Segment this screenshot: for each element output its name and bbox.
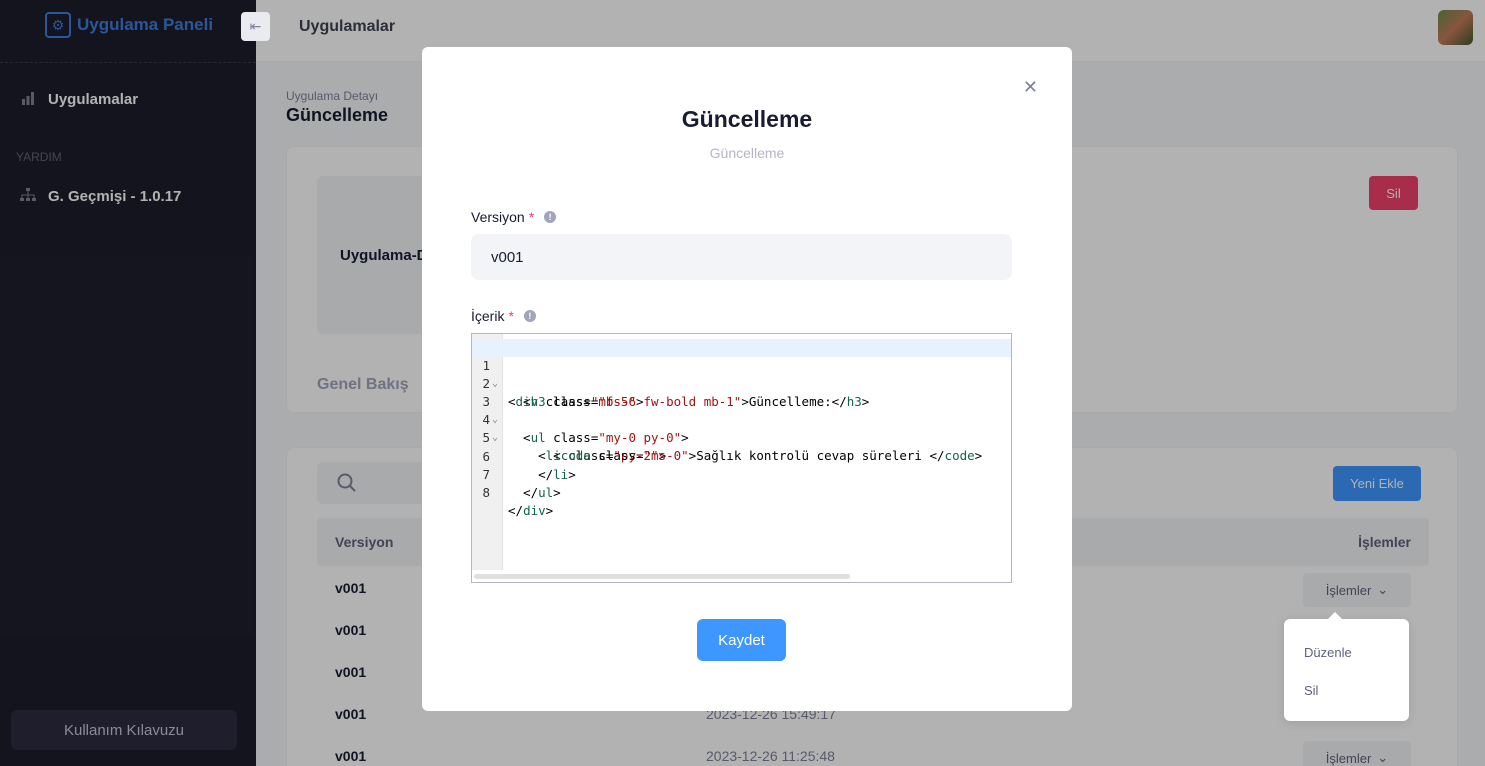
info-icon[interactable]: !	[523, 310, 536, 322]
code-line: 8 </div>	[472, 466, 1011, 518]
modal-subtitle: Güncelleme	[709, 145, 785, 161]
code-text: </div>	[508, 503, 554, 518]
save-button[interactable]: Kaydet	[697, 619, 786, 661]
content-label-text: İçerik	[471, 308, 505, 324]
horizontal-scrollbar[interactable]	[474, 574, 850, 579]
close-icon[interactable]: ✕	[1023, 77, 1038, 98]
code-editor[interactable]: 1 ⌄ <div class="mb-5"> 2 <h3 class="fs-6…	[471, 333, 1012, 583]
code-line: 7 </ul>	[472, 448, 1011, 500]
code-line: 5 <code class="ms-0">Sağlık kontrolü cev…	[472, 411, 1011, 463]
arrow-left-icon: ⇤	[249, 18, 262, 34]
menu-item-delete[interactable]: Sil	[1304, 683, 1318, 698]
required-mark: *	[508, 308, 514, 324]
info-icon[interactable]: !	[544, 211, 557, 223]
modal-title: Güncelleme	[681, 106, 813, 132]
code-line: 6 </li>	[472, 430, 1011, 482]
sidebar-collapse-button[interactable]: ⇤	[241, 12, 270, 41]
content-label: İçerik * !	[471, 308, 536, 324]
version-label-text: Versiyon	[471, 209, 525, 225]
version-label: Versiyon * !	[471, 209, 557, 225]
line-number: 8	[482, 485, 490, 500]
required-mark: *	[528, 209, 535, 225]
code-line: 1 ⌄ <div class="mb-5">	[472, 339, 1011, 409]
row-actions-menu: Düzenle Sil	[1284, 612, 1409, 721]
code-line: 3 ⌄ <ul class="my-0 py-0">	[472, 375, 1011, 445]
code-line: 2 <h3 class="fs-6 fw-bold mb-1">Güncelle…	[472, 357, 1011, 409]
menu-item-edit[interactable]: Düzenle	[1304, 645, 1352, 660]
version-input[interactable]	[471, 234, 1012, 280]
code-line: 4 ⌄ <li class="py-2">	[472, 393, 1011, 463]
update-modal: ✕ Güncelleme Güncelleme Versiyon * ! İçe…	[422, 47, 1072, 711]
